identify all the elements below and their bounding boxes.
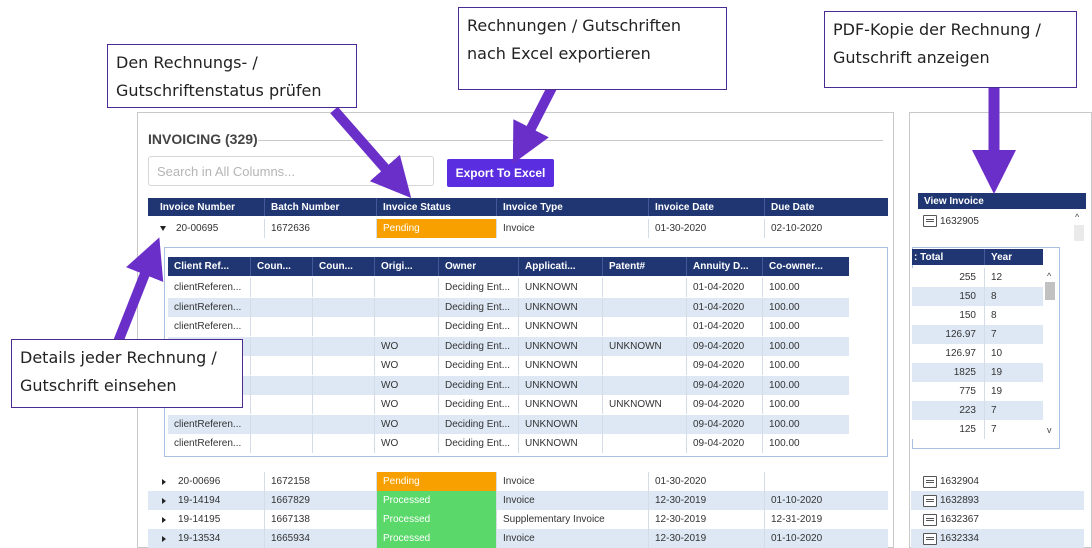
callout-details: Details jeder Rechnung / Gutschrift eins… [11,339,243,408]
arrow-details [113,237,164,344]
callout-export: Rechnungen / Gutschriften nach Excel exp… [458,7,727,90]
callout-pdf: PDF-Kopie der Rechnung / Gutschrift anze… [824,11,1077,88]
callout-status: Den Rechnungs- / Gutschriftenstatus prüf… [107,44,357,108]
arrow-status [330,106,412,199]
